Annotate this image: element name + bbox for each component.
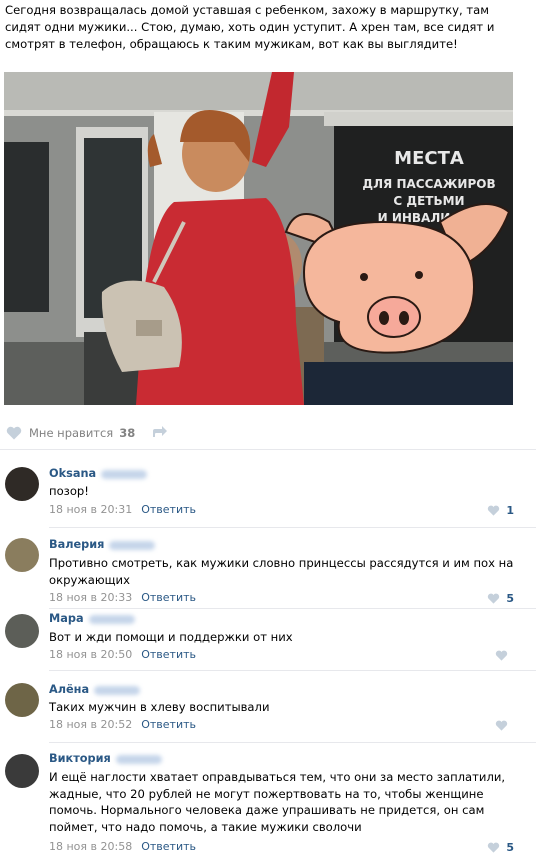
likes-count: 38 <box>119 426 136 440</box>
comment-meta: 18 ноя в 20:52 Ответить <box>49 718 196 731</box>
comment-date: 18 ноя в 20:50 <box>49 648 133 661</box>
like-button[interactable]: Мне нравится 38 <box>6 424 135 442</box>
comment-text: позор! <box>49 484 89 498</box>
heart-icon <box>495 650 508 661</box>
comment-date: 18 ноя в 20:31 <box>49 503 133 516</box>
comment-like-button[interactable]: 5 <box>487 841 514 854</box>
comment-like-button[interactable] <box>495 650 514 661</box>
reply-link[interactable]: Ответить <box>141 591 196 604</box>
blurred-surname <box>115 754 162 764</box>
blurred-surname <box>88 614 135 624</box>
sign-line-2: ДЛЯ ПАССАЖИРОВ <box>362 177 495 191</box>
blurred-surname <box>109 540 156 550</box>
comment-author[interactable]: Алёна <box>49 683 141 696</box>
comment-author[interactable]: Oksana <box>49 467 148 480</box>
avatar[interactable] <box>5 683 39 717</box>
reply-link[interactable]: Ответить <box>141 648 196 661</box>
comment-text: И ещё наглости хватает оправдываться тем… <box>49 770 506 834</box>
likes-label: Мне нравится <box>29 426 114 440</box>
comment-divider <box>49 670 536 671</box>
comment-author[interactable]: Валерия <box>49 538 156 551</box>
subway-pig-illustration: МЕСТА ДЛЯ ПАССАЖИРОВ С ДЕТЬМИ И ИНВАЛИДО… <box>4 72 513 405</box>
post-divider <box>0 449 536 450</box>
comment-meta: 18 ноя в 20:31 Ответить <box>49 503 196 516</box>
comment-like-count: 5 <box>506 841 514 854</box>
blurred-surname <box>94 685 141 695</box>
reply-link[interactable]: Ответить <box>141 503 196 516</box>
post-text: Сегодня возвращалась домой уставшая с ре… <box>5 3 495 51</box>
avatar[interactable] <box>5 467 39 501</box>
sign-line-3: С ДЕТЬМИ <box>393 194 464 208</box>
share-icon[interactable] <box>152 425 168 439</box>
sign-line-1: МЕСТА <box>394 148 464 169</box>
comment-text: Таких мужчин в хлеву воспитывали <box>49 700 270 714</box>
reply-link[interactable]: Ответить <box>141 718 196 731</box>
comment-author[interactable]: Виктория <box>49 752 162 765</box>
comment-like-button[interactable] <box>495 720 514 731</box>
avatar[interactable] <box>5 538 39 572</box>
reply-link[interactable]: Ответить <box>141 840 196 853</box>
comment-divider <box>49 527 536 528</box>
comment-divider <box>49 608 536 609</box>
avatar[interactable] <box>5 614 39 648</box>
comment-author[interactable]: Мара <box>49 612 135 625</box>
comment-date: 18 ноя в 20:33 <box>49 591 133 604</box>
post-photo[interactable]: МЕСТА ДЛЯ ПАССАЖИРОВ С ДЕТЬМИ И ИНВАЛИДО… <box>4 72 513 405</box>
heart-icon <box>488 505 500 516</box>
heart-icon <box>6 426 22 440</box>
heart-icon <box>488 593 500 604</box>
comment-text: Вот и жди помощи и поддержки от них <box>49 630 293 644</box>
comment-like-button[interactable]: 5 <box>487 592 514 605</box>
comment-like-button[interactable]: 1 <box>487 504 514 517</box>
comment-date: 18 ноя в 20:52 <box>49 718 133 731</box>
comment-like-count: 5 <box>506 592 514 605</box>
heart-icon <box>495 720 508 731</box>
heart-icon <box>488 842 500 853</box>
comment-text: Противно смотреть, как мужики словно при… <box>49 556 514 587</box>
comment-meta: 18 ноя в 20:33 Ответить <box>49 591 196 604</box>
comment-divider <box>49 742 536 743</box>
comment-date: 18 ноя в 20:58 <box>49 840 133 853</box>
comment-meta: 18 ноя в 20:58 Ответить <box>49 840 196 853</box>
blurred-surname <box>101 469 148 479</box>
comment-meta: 18 ноя в 20:50 Ответить <box>49 648 196 661</box>
avatar[interactable] <box>5 754 39 788</box>
comment-like-count: 1 <box>506 504 514 517</box>
